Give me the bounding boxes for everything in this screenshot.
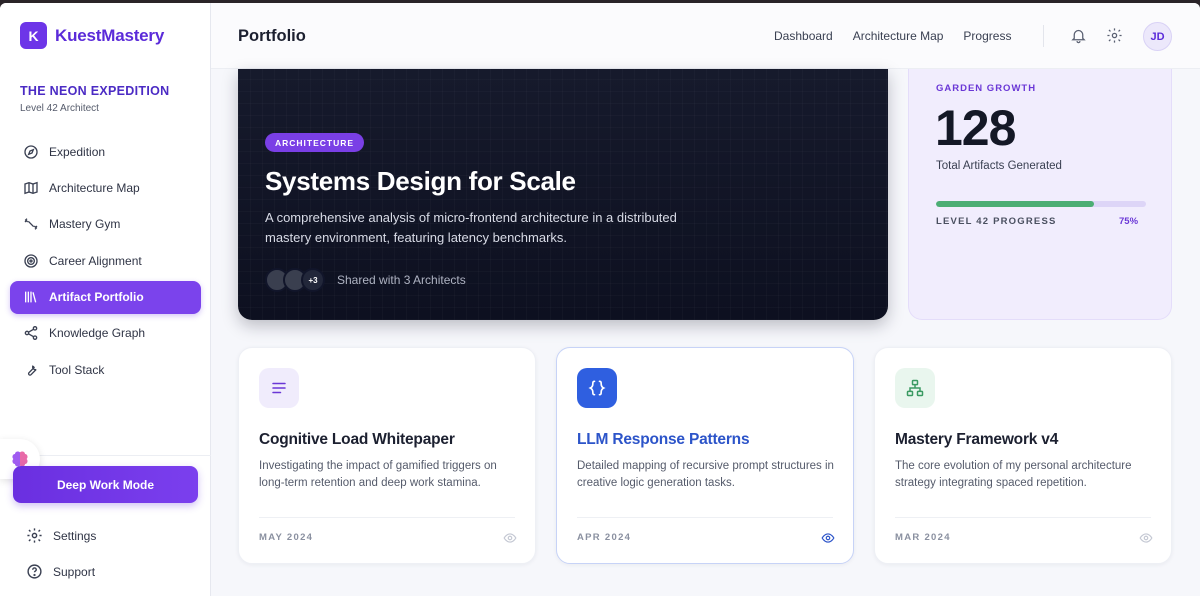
sidebar: K KuestMastery THE NEON EXPEDITION Level… (0, 3, 211, 596)
eye-icon[interactable] (503, 531, 517, 545)
target-icon (24, 254, 38, 268)
hierarchy-icon (906, 379, 924, 397)
artifact-date: MAR 2024 (895, 532, 951, 543)
artifact-card[interactable]: Mastery Framework v4 The core evolution … (874, 347, 1172, 564)
user-avatar[interactable]: JD (1143, 22, 1172, 51)
app-window: K KuestMastery THE NEON EXPEDITION Level… (0, 3, 1200, 596)
featured-artifact-card[interactable]: ARCHITECTURE Systems Design for Scale A … (238, 69, 888, 320)
level-progress-fill (936, 201, 1094, 207)
sidebar-item-architecture-map[interactable]: Architecture Map (10, 171, 201, 204)
map-icon (24, 181, 38, 195)
featured-title: Systems Design for Scale (265, 166, 576, 196)
dumbbell-icon (24, 218, 38, 231)
share-text: Shared with 3 Architects (337, 273, 466, 287)
help-circle-icon (27, 564, 42, 579)
sidebar-item-label: Artifact Portfolio (49, 290, 144, 305)
sidebar-item-label: Knowledge Graph (49, 326, 146, 341)
level-progress-label: LEVEL 42 PROGRESS (936, 216, 1057, 227)
level-progress-bar (936, 201, 1146, 207)
more-collaborators-badge: +3 (301, 268, 325, 292)
category-tag: ARCHITECTURE (265, 133, 365, 152)
nav-link-dashboard[interactable]: Dashboard (774, 29, 833, 43)
app-name: KuestMastery (55, 25, 165, 45)
sidebar-item-label: Tool Stack (49, 362, 105, 377)
artifact-description: Investigating the impact of gamified tri… (259, 460, 497, 489)
support-link[interactable]: Support (26, 563, 95, 580)
wrench-icon (27, 365, 37, 376)
growth-label: GARDEN GROWTH (936, 83, 1037, 94)
sidebar-item-career-alignment[interactable]: Career Alignment (10, 244, 201, 277)
artifact-count: 128 (935, 100, 1016, 156)
sidebar-item-artifact-portfolio[interactable]: Artifact Portfolio (10, 280, 201, 314)
artifact-description: The core evolution of my personal archit… (895, 460, 1132, 489)
deep-work-mode-button[interactable]: Deep Work Mode (13, 466, 198, 503)
share-nodes-icon (24, 326, 38, 341)
top-header: Portfolio Dashboard Architecture Map Pro… (211, 3, 1200, 69)
sidebar-item-tool-stack[interactable]: Tool Stack (10, 353, 201, 386)
expedition-title: THE NEON EXPEDITION (20, 84, 170, 98)
card-divider (259, 517, 515, 518)
sidebar-item-expedition[interactable]: Expedition (10, 135, 201, 168)
eye-icon[interactable] (1139, 531, 1153, 545)
card-divider (577, 517, 833, 518)
artifact-icon-badge (577, 368, 617, 408)
sidebar-nav: Expedition Architecture Map Mastery Gym … (10, 135, 201, 390)
header-divider (1043, 25, 1044, 47)
sidebar-item-label: Mastery Gym (49, 217, 121, 232)
settings-link[interactable]: Settings (26, 527, 96, 544)
compass-icon (24, 144, 38, 159)
nav-link-progress[interactable]: Progress (963, 29, 1011, 43)
artifact-date: APR 2024 (577, 532, 632, 543)
sidebar-item-knowledge-graph[interactable]: Knowledge Graph (10, 317, 201, 350)
lines-icon (272, 382, 286, 394)
braces-icon (588, 380, 606, 396)
card-divider (895, 517, 1151, 518)
featured-description: A comprehensive analysis of micro-fronte… (265, 210, 677, 245)
artifact-date: MAY 2024 (259, 532, 314, 543)
support-label: Support (53, 564, 96, 579)
shared-with[interactable]: +3 Shared with 3 Architects (265, 268, 466, 292)
library-icon (25, 291, 37, 303)
nav-link-architecture-map[interactable]: Architecture Map (853, 29, 944, 43)
artifact-icon-badge (259, 368, 299, 408)
logo-mark: K (20, 22, 47, 49)
settings-label: Settings (53, 528, 97, 543)
garden-growth-card: GARDEN GROWTH 128 Total Artifacts Genera… (908, 69, 1172, 320)
page-title: Portfolio (238, 27, 306, 45)
eye-icon[interactable] (821, 531, 835, 545)
artifact-card[interactable]: Cognitive Load Whitepaper Investigating … (238, 347, 536, 564)
sidebar-item-label: Career Alignment (49, 253, 142, 268)
gear-icon[interactable] (1106, 27, 1123, 44)
artifact-title: Mastery Framework v4 (895, 431, 1059, 448)
artifact-description: Detailed mapping of recursive prompt str… (577, 460, 834, 489)
sidebar-item-label: Architecture Map (49, 180, 140, 195)
top-nav: Dashboard Architecture Map Progress (774, 29, 1011, 43)
artifact-card[interactable]: LLM Response Patterns Detailed mapping o… (556, 347, 854, 564)
artifact-icon-badge (895, 368, 935, 408)
app-logo[interactable]: K KuestMastery (20, 22, 164, 49)
sidebar-item-mastery-gym[interactable]: Mastery Gym (10, 208, 201, 241)
bell-icon[interactable] (1070, 27, 1087, 44)
artifact-title: LLM Response Patterns (577, 431, 750, 448)
artifact-count-label: Total Artifacts Generated (936, 160, 1062, 172)
gear-icon (27, 528, 42, 543)
artifact-title: Cognitive Load Whitepaper (259, 431, 455, 448)
sidebar-item-label: Expedition (49, 144, 106, 159)
expedition-level: Level 42 Architect (20, 103, 99, 114)
level-progress-percent: 75% (1119, 216, 1139, 227)
